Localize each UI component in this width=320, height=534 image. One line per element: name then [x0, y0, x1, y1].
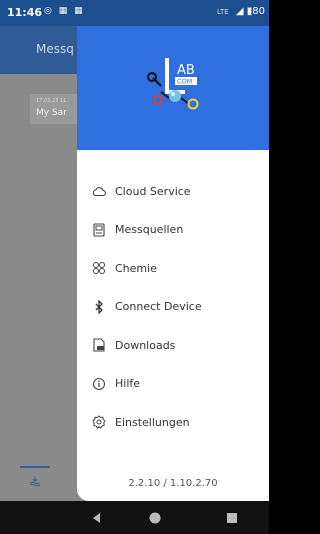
system-nav-bar — [0, 501, 269, 534]
app-version: 2.2.10 / 1.10.2.70 — [128, 478, 218, 489]
menu-item-chemie[interactable]: Chemie — [77, 249, 269, 288]
recents-icon[interactable] — [225, 511, 239, 525]
water-level-icon — [30, 476, 40, 486]
bluetooth-icon — [91, 299, 107, 315]
screen: 11:46 ◎ ▦ ▦ LTE ◢ ▮80 Messq 17.03.23 11 … — [0, 0, 269, 534]
menu-item-hilfe[interactable]: Hilfe — [77, 365, 269, 404]
drawer-header: AB COM — [77, 26, 269, 150]
menu-label: Hilfe — [115, 377, 141, 391]
menu-label: Connect Device — [115, 300, 202, 314]
home-icon[interactable] — [148, 511, 162, 525]
notification-icons: ◎ ▦ ▦ — [44, 6, 85, 16]
device-icon — [91, 222, 107, 238]
signal-icon: ◢ — [235, 6, 244, 17]
navigation-drawer: AB COM Cloud Service Messquellen Chemie … — [77, 26, 269, 501]
svg-text:AB: AB — [177, 63, 195, 78]
menu-label: Messquellen — [115, 223, 184, 237]
app-title: Messq — [36, 42, 74, 56]
labcom-logo: AB COM — [147, 58, 199, 110]
card-date: 17.03.23 11 — [36, 98, 67, 104]
status-time: 11:46 — [7, 6, 43, 19]
bottom-tab-active — [20, 466, 50, 492]
menu-label: Chemie — [115, 261, 157, 275]
status-right: LTE ◢ ▮80 — [217, 6, 265, 17]
chemistry-icon — [91, 260, 107, 276]
cloud-icon — [91, 183, 107, 199]
menu-item-einstellungen[interactable]: Einstellungen — [77, 403, 269, 442]
status-bar: 11:46 ◎ ▦ ▦ LTE ◢ ▮80 — [0, 0, 269, 26]
tab-indicator — [20, 466, 50, 468]
gear-icon — [91, 414, 107, 430]
menu-item-downloads[interactable]: Downloads — [77, 326, 269, 365]
info-icon — [91, 376, 107, 392]
menu-label: Einstellungen — [115, 415, 190, 429]
svg-text:COM: COM — [177, 78, 192, 86]
pdf-icon — [91, 337, 107, 353]
card-name: My Sar — [36, 108, 67, 118]
menu-item-connect-device[interactable]: Connect Device — [77, 288, 269, 327]
menu-item-messquellen[interactable]: Messquellen — [77, 211, 269, 250]
back-icon[interactable] — [90, 511, 104, 525]
menu-label: Cloud Service — [115, 184, 191, 198]
menu-item-cloud-service[interactable]: Cloud Service — [77, 172, 269, 211]
drawer-menu: Cloud Service Messquellen Chemie Connect… — [77, 172, 269, 442]
network-type: LTE — [217, 8, 229, 16]
battery-indicator: ▮80 — [246, 6, 265, 17]
menu-label: Downloads — [115, 338, 176, 352]
